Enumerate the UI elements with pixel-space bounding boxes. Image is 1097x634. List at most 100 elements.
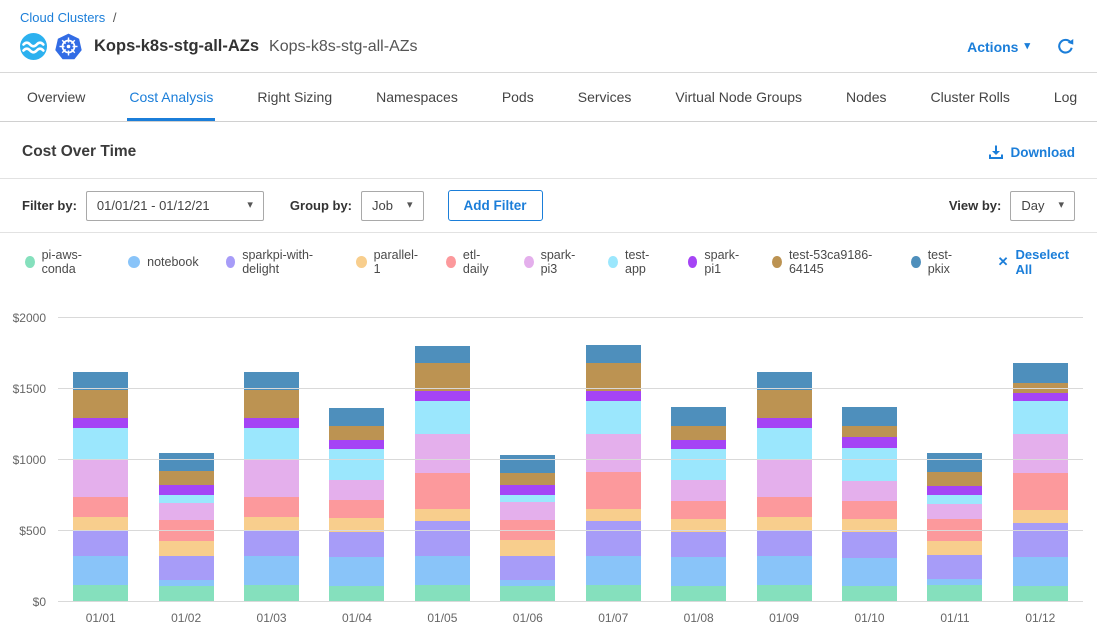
tab-cost-analysis[interactable]: Cost Analysis [127,89,215,121]
bar-segment-test-pkix[interactable] [842,407,897,426]
bar-segment-etl-daily[interactable] [586,472,641,508]
stacked-bar-01/06[interactable] [500,455,555,602]
actions-button[interactable]: Actions ▾ [967,39,1030,55]
bar-segment-test-app[interactable] [671,449,726,480]
bar-segment-notebook[interactable] [244,556,299,585]
bar-segment-spark-pi3[interactable] [329,480,384,501]
bar-segment-etl-daily[interactable] [842,501,897,519]
bar-segment-pi-aws-conda[interactable] [757,585,812,602]
stacked-bar-01/10[interactable] [842,407,897,602]
bar-segment-spark-pi1[interactable] [329,440,384,449]
tab-namespaces[interactable]: Namespaces [374,89,460,121]
bar-segment-pi-aws-conda[interactable] [842,586,897,602]
tab-right-sizing[interactable]: Right Sizing [255,89,334,121]
bar-segment-spark-pi3[interactable] [244,459,299,497]
bar-segment-test-53ca9186-64145[interactable] [927,472,982,485]
legend-item-sparkpi-with-delight[interactable]: sparkpi-with-delight [226,248,329,276]
tab-virtual-node-groups[interactable]: Virtual Node Groups [673,89,804,121]
stacked-bar-01/08[interactable] [671,407,726,602]
download-button[interactable]: Download [988,144,1076,160]
tab-pods[interactable]: Pods [500,89,536,121]
bar-segment-spark-pi3[interactable] [586,434,641,473]
bar-segment-pi-aws-conda[interactable] [671,586,726,602]
bar-segment-test-app[interactable] [1013,401,1068,434]
legend-item-etl-daily[interactable]: etl-daily [446,248,497,276]
bar-segment-sparkpi-with-delight[interactable] [73,531,128,556]
bar-segment-pi-aws-conda[interactable] [586,585,641,602]
bar-segment-pi-aws-conda[interactable] [500,586,555,602]
bar-segment-pi-aws-conda[interactable] [927,585,982,602]
bar-segment-test-app[interactable] [757,428,812,459]
stacked-bar-01/01[interactable] [73,372,128,602]
bar-segment-notebook[interactable] [757,556,812,585]
stacked-bar-01/02[interactable] [159,453,214,602]
bar-segment-etl-daily[interactable] [671,501,726,519]
bar-segment-spark-pi1[interactable] [500,485,555,494]
legend-item-test-53ca9186-64145[interactable]: test-53ca9186-64145 [772,248,884,276]
bar-segment-test-app[interactable] [500,495,555,502]
bar-segment-parallel-1[interactable] [415,509,470,521]
bar-segment-sparkpi-with-delight[interactable] [329,532,384,557]
legend-item-spark-pi3[interactable]: spark-pi3 [524,248,581,276]
bar-segment-parallel-1[interactable] [927,541,982,555]
bar-segment-pi-aws-conda[interactable] [415,585,470,602]
bar-segment-test-app[interactable] [927,495,982,503]
bar-segment-pi-aws-conda[interactable] [329,586,384,602]
bar-segment-parallel-1[interactable] [244,517,299,531]
stacked-bar-01/09[interactable] [757,372,812,602]
date-range-select[interactable]: 01/01/21 - 01/12/21 ▾ [86,191,264,221]
bar-segment-pi-aws-conda[interactable] [244,585,299,602]
bar-segment-test-app[interactable] [415,401,470,434]
bar-segment-parallel-1[interactable] [500,540,555,556]
bar-segment-test-53ca9186-64145[interactable] [415,363,470,391]
bar-segment-test-pkix[interactable] [329,408,384,426]
tab-overview[interactable]: Overview [25,89,87,121]
stacked-bar-01/04[interactable] [329,408,384,602]
bar-segment-etl-daily[interactable] [415,473,470,509]
bar-segment-spark-pi1[interactable] [927,486,982,496]
stacked-bar-01/12[interactable] [1013,363,1068,602]
stacked-bar-01/11[interactable] [927,453,982,602]
bar-segment-notebook[interactable] [1013,557,1068,586]
bar-segment-notebook[interactable] [329,557,384,586]
tab-services[interactable]: Services [576,89,634,121]
bar-segment-parallel-1[interactable] [586,509,641,522]
deselect-all-button[interactable]: ✕Deselect All [998,247,1072,277]
bar-segment-test-53ca9186-64145[interactable] [586,363,641,391]
refresh-button[interactable] [1056,37,1075,56]
bar-segment-sparkpi-with-delight[interactable] [159,556,214,580]
bar-segment-spark-pi3[interactable] [757,459,812,497]
bar-segment-test-53ca9186-64145[interactable] [671,426,726,439]
bar-segment-test-app[interactable] [244,428,299,459]
tab-cluster-rolls[interactable]: Cluster Rolls [928,89,1011,121]
bar-segment-test-53ca9186-64145[interactable] [842,426,897,437]
bar-segment-test-app[interactable] [159,495,214,504]
bar-segment-test-app[interactable] [842,448,897,481]
stacked-bar-01/05[interactable] [415,346,470,602]
bar-segment-sparkpi-with-delight[interactable] [927,555,982,579]
legend-item-test-pkix[interactable]: test-pkix [911,248,964,276]
bar-segment-notebook[interactable] [671,557,726,586]
bar-segment-spark-pi1[interactable] [586,391,641,401]
bar-segment-test-pkix[interactable] [927,453,982,472]
bar-segment-test-app[interactable] [73,428,128,459]
bar-segment-spark-pi3[interactable] [159,503,214,520]
bar-segment-parallel-1[interactable] [73,517,128,531]
bar-segment-notebook[interactable] [73,556,128,585]
bar-segment-etl-daily[interactable] [329,500,384,518]
legend-item-notebook[interactable]: notebook [128,255,198,269]
bar-segment-test-app[interactable] [329,449,384,480]
bar-segment-spark-pi1[interactable] [671,440,726,449]
bar-segment-test-53ca9186-64145[interactable] [500,473,555,485]
group-by-select[interactable]: Job ▾ [361,191,424,221]
view-by-select[interactable]: Day ▾ [1010,191,1075,221]
bar-segment-spark-pi1[interactable] [415,391,470,401]
bar-segment-spark-pi3[interactable] [927,504,982,519]
bar-segment-parallel-1[interactable] [757,517,812,531]
bar-segment-test-pkix[interactable] [500,455,555,473]
bar-segment-test-pkix[interactable] [1013,363,1068,382]
bar-segment-spark-pi3[interactable] [842,481,897,501]
bar-segment-sparkpi-with-delight[interactable] [586,521,641,556]
bar-segment-spark-pi1[interactable] [244,418,299,428]
bar-segment-etl-daily[interactable] [244,497,299,517]
